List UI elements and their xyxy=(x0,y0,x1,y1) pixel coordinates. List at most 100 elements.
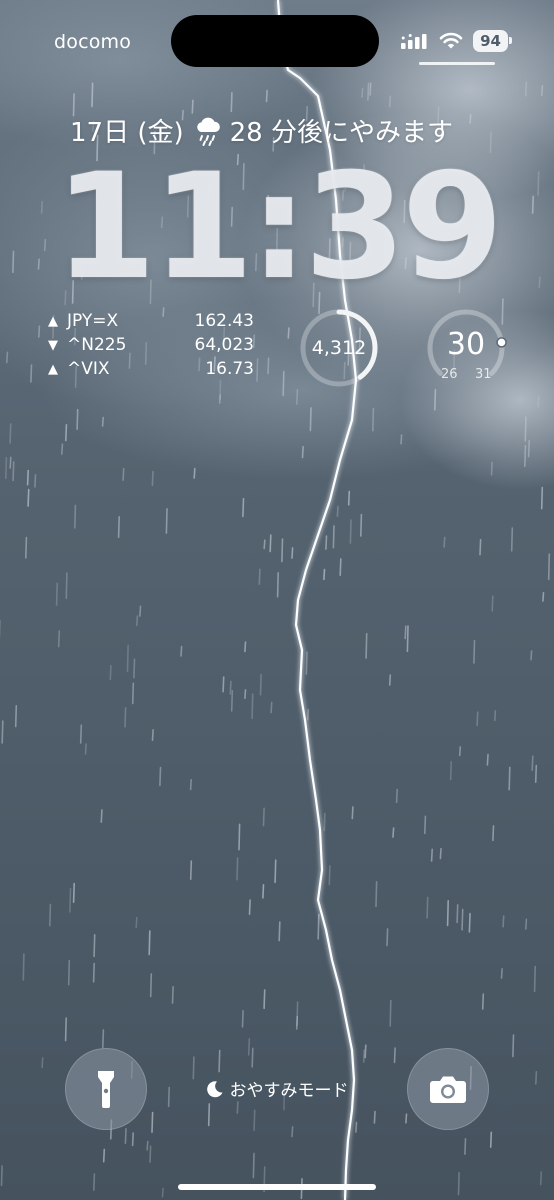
rain-streak xyxy=(534,764,538,784)
rain-streak xyxy=(524,416,527,442)
rain-streak xyxy=(540,84,544,97)
rain-streak xyxy=(248,899,251,916)
steps-widget[interactable]: 4,312 xyxy=(298,307,380,389)
stock-row: ▼ ^N225 64,023 xyxy=(48,333,254,357)
rain-streak xyxy=(443,536,446,548)
rain-streak xyxy=(282,370,285,397)
control-center-indicator[interactable] xyxy=(419,62,495,65)
rain-streak xyxy=(126,644,129,673)
rain-streak xyxy=(361,87,364,98)
rain-streak xyxy=(60,443,64,455)
stocks-widget[interactable]: ▲ JPY=X 162.43 ▼ ^N225 64,023 ▲ ^VIX 16.73 xyxy=(48,309,254,381)
rain-streak xyxy=(349,519,352,544)
rain-streak xyxy=(423,815,427,835)
rain-streak xyxy=(265,89,268,103)
battery-level: 94 xyxy=(480,32,501,50)
rain-streak xyxy=(79,724,83,744)
rain-streak xyxy=(242,497,245,518)
camera-button[interactable] xyxy=(407,1048,489,1130)
rain-streak xyxy=(263,989,266,1010)
rain-streak xyxy=(364,1044,367,1059)
rain-streak xyxy=(389,999,392,1027)
stock-value: 162.43 xyxy=(194,311,254,331)
rain-streak xyxy=(306,708,310,721)
battery-icon: 94 xyxy=(473,30,512,52)
moon-icon xyxy=(206,1080,222,1097)
rain-streak xyxy=(530,650,533,661)
rain-streak xyxy=(539,1171,543,1186)
rain-streak xyxy=(512,1034,515,1058)
rain-streak xyxy=(171,985,174,1004)
status-icons: 94 xyxy=(401,30,512,52)
rain-streak xyxy=(476,711,479,727)
rain-streak xyxy=(149,973,153,998)
home-indicator[interactable] xyxy=(178,1184,376,1190)
rain-streak xyxy=(339,558,342,577)
rain-streak xyxy=(491,595,494,612)
arrow-up-icon: ▲ xyxy=(48,361,58,377)
dynamic-island xyxy=(171,15,379,67)
stock-value: 16.73 xyxy=(205,359,254,379)
rain-streak xyxy=(207,1103,211,1127)
rain-streak xyxy=(263,539,266,550)
rain-streak xyxy=(461,908,464,931)
rain-streak xyxy=(328,865,331,886)
rain-streak xyxy=(135,916,138,929)
rain-streak xyxy=(365,632,368,659)
stock-symbol: ^N225 xyxy=(67,335,127,355)
rain-streak xyxy=(133,658,136,679)
rain-streak xyxy=(151,728,154,742)
rain-streak xyxy=(102,1148,106,1163)
rain-streak xyxy=(165,507,168,534)
rain-streak xyxy=(458,746,462,757)
arrow-up-icon: ▲ xyxy=(48,313,58,329)
rain-streak xyxy=(102,1029,105,1049)
focus-mode-label: おやすみモード xyxy=(229,1081,349,1101)
rain-streak xyxy=(347,490,351,506)
rain-streak xyxy=(404,625,407,640)
rain-streak xyxy=(76,408,79,431)
rain-streak xyxy=(305,651,308,675)
rain-streak xyxy=(291,547,294,559)
rain-streak xyxy=(351,806,354,820)
rain-streak xyxy=(93,933,96,958)
rain-streak xyxy=(251,1047,254,1068)
rain-streak xyxy=(117,515,120,539)
rain-streak xyxy=(41,1057,44,1069)
rain-streak xyxy=(159,766,162,787)
rain-streak xyxy=(92,962,95,983)
rain-streak xyxy=(146,1140,149,1151)
rain-streak xyxy=(426,896,429,919)
rain-streak xyxy=(267,357,270,375)
rain-streak xyxy=(189,860,193,881)
rain-streak xyxy=(323,568,326,581)
rain-streak xyxy=(269,534,272,553)
rain-streak xyxy=(500,967,503,979)
rain-streak xyxy=(91,82,94,108)
rain-streak xyxy=(93,1173,96,1191)
rain-streak xyxy=(405,1113,408,1124)
rain-streak xyxy=(259,673,262,696)
rain-streak xyxy=(244,689,247,700)
rain-streak xyxy=(236,1101,239,1114)
rain-streak xyxy=(325,535,328,550)
rain-streak xyxy=(369,82,372,96)
rain-streak xyxy=(230,92,233,113)
rain-streak xyxy=(109,664,112,681)
rain-streak xyxy=(67,959,71,986)
rain-streak xyxy=(124,706,127,728)
rain-streak xyxy=(12,461,15,482)
rain-streak xyxy=(375,880,378,908)
temperature-widget[interactable]: 30 26 31 xyxy=(425,307,507,389)
rain-streak xyxy=(262,807,265,827)
rain-streak xyxy=(336,505,339,517)
rain-streak xyxy=(388,95,392,108)
rain-streak xyxy=(464,1138,467,1155)
rain-streak xyxy=(37,325,41,338)
rain-streak xyxy=(371,407,375,432)
rain-streak xyxy=(122,467,125,482)
carrier-name: docomo xyxy=(54,31,132,53)
rain-streak xyxy=(524,81,528,97)
rain-streak xyxy=(457,1172,460,1196)
wifi-icon xyxy=(439,32,463,49)
